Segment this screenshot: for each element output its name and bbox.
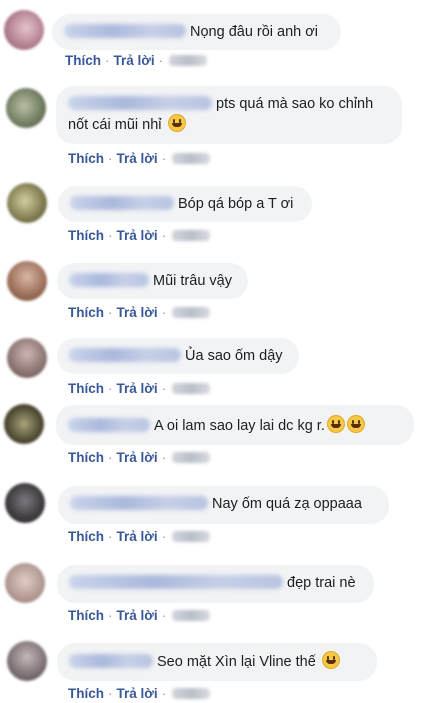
- avatar[interactable]: [6, 88, 46, 128]
- reply-link[interactable]: Trả lời: [117, 450, 158, 465]
- separator: ·: [108, 151, 113, 166]
- author-name[interactable]: [69, 575, 283, 589]
- author-name[interactable]: [68, 418, 150, 432]
- like-link[interactable]: Thích: [68, 529, 104, 544]
- reply-link[interactable]: Trả lời: [117, 228, 158, 243]
- separator: ·: [108, 305, 113, 320]
- timestamp[interactable]: [172, 610, 211, 621]
- comment-actions: Thích · Trả lời ·: [68, 608, 211, 623]
- separator: ·: [108, 529, 113, 544]
- avatar[interactable]: [5, 483, 45, 523]
- reply-link[interactable]: Trả lời: [117, 151, 158, 166]
- comment-actions: Thích · Trả lời ·: [65, 53, 208, 68]
- author-name[interactable]: [69, 348, 181, 362]
- comment-bubble: đẹp trai nè: [57, 565, 374, 603]
- reply-link[interactable]: Trả lời: [114, 53, 155, 68]
- timestamp[interactable]: [172, 153, 211, 164]
- separator: ·: [161, 608, 167, 623]
- comment-bubble: Seo mặt Xìn lại Vline thế: [57, 643, 377, 681]
- author-name[interactable]: [64, 24, 186, 38]
- reply-link[interactable]: Trả lời: [117, 529, 158, 544]
- comment-bubble: pts quá mà sao ko chỉnh nốt cái mũi nhỉ: [56, 86, 402, 144]
- separator: ·: [161, 529, 167, 544]
- reply-link[interactable]: Trả lời: [117, 608, 158, 623]
- like-link[interactable]: Thích: [68, 151, 104, 166]
- separator: ·: [108, 381, 113, 396]
- author-name[interactable]: [70, 196, 174, 210]
- like-link[interactable]: Thích: [68, 608, 104, 623]
- comment-bubble: Nọng đâu rồi anh ơi: [52, 14, 341, 50]
- separator: ·: [161, 450, 167, 465]
- separator: ·: [108, 686, 113, 701]
- avatar[interactable]: [5, 563, 45, 603]
- reply-link[interactable]: Trả lời: [117, 381, 158, 396]
- separator: ·: [108, 228, 113, 243]
- author-name[interactable]: [69, 654, 153, 668]
- like-link[interactable]: Thích: [68, 686, 104, 701]
- like-link[interactable]: Thích: [68, 450, 104, 465]
- comment-actions: Thích · Trả lời ·: [68, 381, 211, 396]
- comment-text: Seo mặt Xìn lại Vline thế: [157, 654, 316, 670]
- reply-link[interactable]: Trả lời: [117, 686, 158, 701]
- comment-bubble: Mũi trâu vậy: [57, 263, 248, 299]
- comment-actions: Thích · Trả lời ·: [68, 151, 211, 166]
- comment-bubble: Bóp qá bóp a T ơi: [58, 186, 312, 222]
- comment-bubble: Nay ốm quá zạ oppaaa: [58, 486, 389, 524]
- separator: ·: [161, 228, 167, 243]
- comment-actions: Thích · Trả lời ·: [68, 529, 211, 544]
- avatar[interactable]: [4, 10, 44, 50]
- avatar[interactable]: [7, 338, 47, 378]
- comment-text: Ủa sao ốm dậy: [185, 348, 283, 364]
- author-name[interactable]: [70, 496, 208, 510]
- separator: ·: [161, 381, 167, 396]
- separator: ·: [105, 53, 110, 68]
- smile-emoji-icon: [321, 651, 340, 669]
- timestamp[interactable]: [172, 383, 211, 394]
- comment-actions: Thích · Trả lời ·: [68, 228, 211, 243]
- comment-text: đẹp trai nè: [287, 575, 356, 591]
- avatar[interactable]: [7, 261, 47, 301]
- timestamp[interactable]: [172, 307, 211, 318]
- timestamp[interactable]: [172, 688, 211, 699]
- author-name[interactable]: [69, 273, 149, 287]
- separator: ·: [161, 305, 167, 320]
- comment-text: Bóp qá bóp a T ơi: [178, 196, 294, 212]
- comment-actions: Thích · Trả lời ·: [68, 305, 211, 320]
- separator: ·: [161, 151, 167, 166]
- separator: ·: [108, 450, 113, 465]
- separator: ·: [108, 608, 113, 623]
- like-link[interactable]: Thích: [68, 228, 104, 243]
- timestamp[interactable]: [172, 230, 211, 241]
- smile-emoji-icon: [167, 114, 186, 132]
- smile-emoji-icon: [326, 415, 345, 433]
- comment-text: Mũi trâu vậy: [153, 273, 232, 289]
- comment-bubble: A oi lam sao lay lai dc kg r.: [56, 405, 414, 445]
- reply-link[interactable]: Trả lời: [117, 305, 158, 320]
- comment-bubble: Ủa sao ốm dậy: [57, 338, 299, 374]
- author-name[interactable]: [68, 96, 212, 110]
- comment-text: pts quá mà sao ko chỉnh: [216, 96, 374, 112]
- avatar[interactable]: [7, 641, 47, 681]
- comment-text: Nọng đâu rồi anh ơi: [190, 24, 319, 40]
- timestamp[interactable]: [172, 452, 211, 463]
- separator: ·: [161, 686, 167, 701]
- smile-emoji-icon: [346, 415, 365, 433]
- comment-text: A oi lam sao lay lai dc kg r.: [154, 418, 325, 434]
- like-link[interactable]: Thích: [65, 53, 101, 68]
- timestamp[interactable]: [172, 531, 211, 542]
- like-link[interactable]: Thích: [68, 381, 104, 396]
- timestamp[interactable]: [169, 55, 208, 66]
- comment-text-line2: nốt cái mũi nhỉ: [68, 117, 162, 133]
- comment-actions: Thích · Trả lời ·: [68, 686, 211, 701]
- avatar[interactable]: [7, 183, 47, 223]
- comment-text: Nay ốm quá zạ oppaaa: [212, 496, 362, 512]
- separator: ·: [158, 53, 164, 68]
- avatar[interactable]: [4, 404, 44, 444]
- like-link[interactable]: Thích: [68, 305, 104, 320]
- comment-actions: Thích · Trả lời ·: [68, 450, 211, 465]
